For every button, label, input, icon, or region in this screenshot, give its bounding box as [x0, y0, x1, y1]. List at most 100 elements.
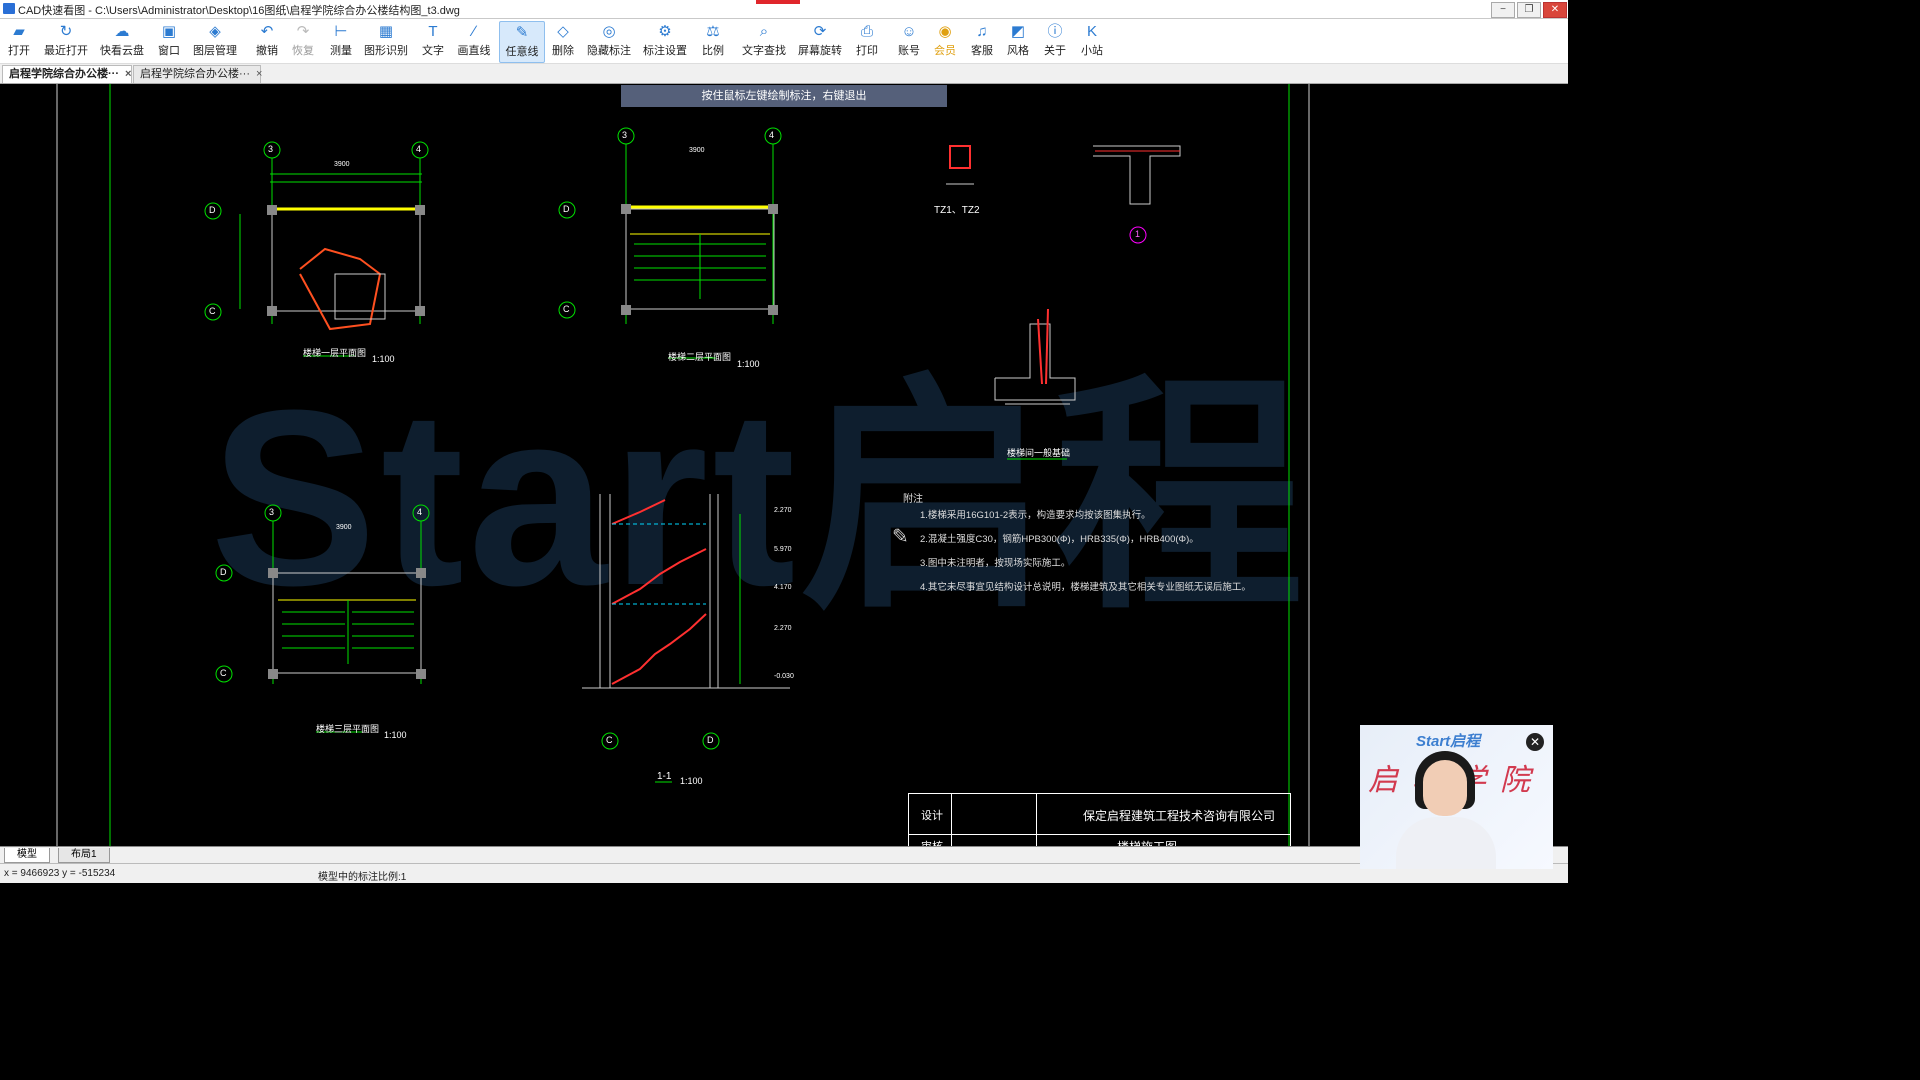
freehand-icon: ✎ [515, 24, 529, 41]
style-icon: ◩ [1010, 23, 1026, 40]
toolbar-label: 隐藏标注 [587, 45, 631, 57]
document-tab-2[interactable]: 启程学院综合办公楼··· × [133, 65, 262, 83]
toolbar-label: 账号 [898, 45, 920, 57]
toolbar-label: 任意线 [505, 46, 539, 58]
tz-label: TZ1、TZ2 [934, 205, 980, 216]
foundation-title: 楼梯间一般基础 [1007, 448, 1071, 458]
toolbar-label: 图形识别 [364, 45, 408, 57]
axis-label: D [220, 567, 227, 577]
headset-icon: ♫ [976, 23, 988, 40]
plan-3-title: 楼梯三层平面图 [316, 724, 380, 734]
tab-close-icon[interactable]: × [256, 68, 262, 80]
tab-label: 启程学院综合办公楼··· [9, 68, 119, 80]
folder-icon: ▰ [13, 23, 25, 40]
tab-model[interactable]: 模型 [4, 848, 50, 863]
toolbar-recognize-button[interactable]: ▦ 图形识别 [362, 21, 410, 61]
presenter-face [1423, 760, 1467, 816]
axis-label: 3 [268, 144, 274, 154]
toolbar-window-button[interactable]: ▣ 窗口 [152, 21, 186, 61]
axis-label: 3 [269, 507, 275, 517]
stair-plan-3 [215, 504, 430, 733]
layout-tabs: 模型 布局1 [0, 846, 1568, 863]
recording-indicator [756, 0, 800, 4]
elevation-label: 2.270 [774, 625, 792, 632]
drawing-canvas[interactable]: Start启程 按住鼠标左键绘制标注，右键退出 楼梯一层平面图 1:100 楼梯… [0, 84, 1568, 846]
toolbar-label: 撤销 [256, 45, 278, 57]
annotation-settings-icon: ⚙ [658, 23, 672, 40]
window-icon: ▣ [161, 23, 177, 40]
toolbar-text-button[interactable]: T 文字 [416, 21, 450, 61]
minimize-button[interactable]: − [1491, 2, 1515, 18]
notes-title: 附注 [903, 494, 923, 505]
maximize-button[interactable]: ❐ [1517, 2, 1541, 18]
toolbar-delete-button[interactable]: ◇ 删除 [548, 21, 578, 61]
title-bar: CAD快速看图 - C:\Users\Administrator\Desktop… [0, 0, 1568, 19]
tab-close-icon[interactable]: × [125, 68, 131, 80]
plan-3-scale: 1:100 [384, 730, 407, 740]
axis-label: D [563, 204, 570, 214]
window-title: CAD快速看图 - C:\Users\Administrator\Desktop… [18, 5, 460, 17]
layers-icon: ◈ [209, 23, 221, 40]
toolbar-label: 最近打开 [44, 45, 88, 57]
plan-1-title: 楼梯一层平面图 [303, 348, 367, 358]
toolbar-label: 文字 [422, 45, 444, 57]
annotation-scale-readout: 模型中的标注比例:1 [318, 872, 407, 883]
close-button[interactable]: ✕ [1543, 2, 1567, 18]
cloud-icon: ☁ [114, 23, 130, 40]
toolbar-hide-annotation-button[interactable]: ◎ 隐藏标注 [586, 21, 632, 61]
toolbar-style-button[interactable]: ◩ 风格 [1003, 21, 1033, 61]
coordinate-readout: x = 9466923 y = -515234 [4, 868, 116, 879]
info-icon: ⓘ [1047, 23, 1063, 40]
toolbar-annotation-settings-button[interactable]: ⚙ 标注设置 [642, 21, 688, 61]
cad-drawing [56, 84, 1310, 846]
toolbar-undo-button[interactable]: ↶ 撤销 [250, 21, 284, 61]
stair-section [582, 494, 790, 783]
toolbar-print-button[interactable]: ⎙ 打印 [852, 21, 882, 61]
toolbar-account-button[interactable]: ☺ 账号 [894, 21, 924, 61]
axis-label: D [209, 205, 216, 215]
toolbar-label: 快看云盘 [100, 45, 144, 57]
title-block-company: 保定启程建筑工程技术咨询有限公司 [1083, 809, 1276, 823]
webcam-overlay[interactable]: Start启程 启程学院 ✕ [1360, 725, 1553, 869]
toolbar-vip-button[interactable]: ◉ 会员 [930, 21, 960, 61]
toolbar-open-button[interactable]: ▰ 打开 [2, 21, 36, 61]
document-tab-1[interactable]: 启程学院综合办公楼··· × [2, 65, 132, 83]
toolbar-label: 小站 [1081, 45, 1103, 57]
toolbar-support-button[interactable]: ♫ 客服 [967, 21, 997, 61]
toolbar-layers-button[interactable]: ◈ 图层管理 [192, 21, 238, 61]
stair-plan-2 [558, 127, 782, 359]
toolbar-redo-button[interactable]: ↷ 恢复 [286, 21, 320, 61]
webcam-close-icon[interactable]: ✕ [1526, 733, 1544, 751]
toolbar-text-search-button[interactable]: ⌕ 文字查找 [740, 21, 788, 61]
dimension-text: 3900 [689, 147, 705, 154]
vip-icon: ◉ [938, 23, 952, 40]
toolbar-about-button[interactable]: ⓘ 关于 [1040, 21, 1070, 61]
toolbar-measure-button[interactable]: ⊢ 测量 [324, 21, 358, 61]
toolbar-line-button[interactable]: ∕ 画直线 [454, 21, 494, 61]
toolbar-label: 关于 [1044, 45, 1066, 57]
plan-2-scale: 1:100 [737, 359, 760, 369]
foundation-detail [994, 308, 1076, 460]
undo-icon: ↶ [260, 23, 274, 40]
drawing-hint: 按住鼠标左键绘制标注，右键退出 [621, 85, 947, 107]
axis-label: C [209, 306, 216, 316]
printer-icon: ⎙ [860, 23, 873, 40]
toolbar-cloud-button[interactable]: ☁ 快看云盘 [98, 21, 146, 61]
toolbar-recent-button[interactable]: ↻ 最近打开 [42, 21, 90, 61]
toolbar-station-button[interactable]: K 小站 [1077, 21, 1107, 61]
hide-icon: ◎ [602, 23, 616, 40]
title-block-review-label: 审核 [921, 838, 943, 846]
toolbar-rotate-button[interactable]: ⟳ 屏幕旋转 [796, 21, 844, 61]
title-block: 设计 保定启程建筑工程技术咨询有限公司 审核 楼梯施工图 [908, 793, 1291, 846]
axis-label: C [606, 735, 613, 745]
tab-layout-1[interactable]: 布局1 [58, 848, 110, 863]
toolbar-label: 屏幕旋转 [798, 45, 842, 57]
toolbar-label: 恢复 [292, 45, 314, 57]
text-search-icon: ⌕ [759, 23, 769, 40]
axis-label: 4 [416, 144, 422, 154]
toolbar-freehand-button[interactable]: ✎ 任意线 [499, 21, 545, 63]
axis-label: D [707, 735, 714, 745]
axis-label: C [220, 668, 227, 678]
note-line: 1.楼梯采用16G101-2表示，构造要求均按该图集执行。 [920, 510, 1151, 521]
toolbar-scale-button[interactable]: ⚖ 比例 [698, 21, 728, 61]
